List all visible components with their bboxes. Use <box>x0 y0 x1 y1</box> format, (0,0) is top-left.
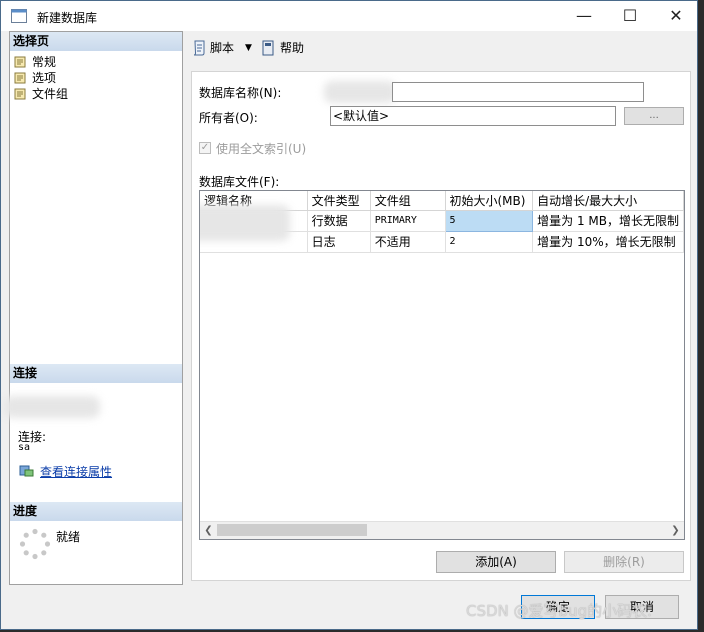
column-header-file-type[interactable]: 文件类型 <box>307 191 371 211</box>
right-pane: 脚本 ▼ 帮助 数据库名称(N): 所有者(O): <默认值> ... ✓ 使用… <box>183 31 697 585</box>
maximize-button[interactable]: ☐ <box>607 1 653 31</box>
connection-properties-icon <box>19 465 34 477</box>
page-item-label: 选项 <box>32 71 57 85</box>
scrollbar-thumb[interactable] <box>217 524 367 536</box>
db-name-label: 数据库名称(N): <box>199 86 282 100</box>
db-files-label: 数据库文件(F): <box>199 175 280 189</box>
page-icon <box>14 72 26 84</box>
redacted-logical-names <box>200 205 290 241</box>
script-button[interactable]: 脚本 <box>210 40 234 56</box>
redacted-server-name <box>4 396 100 418</box>
page-item-options[interactable]: 选项 <box>14 70 56 86</box>
cell-autogrowth[interactable]: 增量为 10%，增长无限制 <box>532 231 684 253</box>
general-page-form: 数据库名称(N): 所有者(O): <默认值> ... ✓ 使用全文索引(U) … <box>191 71 691 581</box>
page-item-label: 常规 <box>32 55 57 69</box>
view-connection-properties-link[interactable]: 查看连接属性 <box>40 463 112 480</box>
progress-status: 就绪 <box>56 530 81 544</box>
owner-label: 所有者(O): <box>199 111 258 125</box>
cell-initial-size[interactable]: 2 <box>445 231 534 253</box>
select-page-header: 选择页 <box>10 32 182 51</box>
toolbar: 脚本 ▼ 帮助 <box>183 31 697 65</box>
cell-initial-size[interactable]: 5 <box>444 209 534 232</box>
owner-input[interactable]: <默认值> <box>330 106 616 126</box>
watermark: CSDN @爱写bug的小码农. <box>466 602 652 620</box>
cell-file-type[interactable]: 行数据 <box>307 210 371 232</box>
column-header-autogrowth[interactable]: 自动增长/最大大小 <box>532 191 684 211</box>
new-database-dialog: 新建数据库 — ☐ ✕ 选择页 常规 选项 文件组 连接 连接: sa 查看连接… <box>0 0 698 630</box>
script-icon <box>193 40 205 56</box>
page-item-label: 文件组 <box>32 87 69 101</box>
cell-filegroup[interactable]: 不适用 <box>370 231 446 253</box>
script-dropdown-chevron-icon[interactable]: ▼ <box>245 40 252 56</box>
progress-spinner-icon <box>19 528 51 560</box>
fulltext-checkbox[interactable]: ✓ <box>199 142 211 154</box>
progress-header: 进度 <box>10 502 182 521</box>
cell-filegroup[interactable]: PRIMARY <box>370 210 446 232</box>
remove-file-button[interactable]: 删除(R) <box>564 551 684 573</box>
scroll-right-icon[interactable]: ❯ <box>667 522 684 539</box>
minimize-button[interactable]: — <box>561 1 607 31</box>
page-item-general[interactable]: 常规 <box>14 54 56 70</box>
db-files-grid[interactable]: 逻辑名称 文件类型 文件组 初始大小(MB) 自动增长/最大大小 行数据 PRI… <box>199 190 685 540</box>
db-name-input[interactable] <box>392 82 644 102</box>
column-header-initial-size[interactable]: 初始大小(MB) <box>445 191 534 211</box>
help-button[interactable]: 帮助 <box>280 40 304 56</box>
cell-autogrowth[interactable]: 增量为 1 MB，增长无限制 <box>532 210 684 232</box>
redacted-db-name <box>324 81 396 103</box>
window-title: 新建数据库 <box>37 11 98 25</box>
cell-file-type[interactable]: 日志 <box>307 231 371 253</box>
close-button[interactable]: ✕ <box>653 1 697 31</box>
column-header-filegroup[interactable]: 文件组 <box>370 191 446 211</box>
left-pane: 选择页 常规 选项 文件组 连接 连接: sa 查看连接属性 进度 就绪 <box>4 31 183 585</box>
help-icon <box>262 40 274 56</box>
page-icon <box>14 88 26 100</box>
horizontal-scrollbar[interactable]: ❮ ❯ <box>200 521 684 539</box>
add-file-button[interactable]: 添加(A) <box>436 551 556 573</box>
fulltext-label: 使用全文索引(U) <box>216 142 307 156</box>
connection-header: 连接 <box>10 364 182 383</box>
owner-browse-button[interactable]: ... <box>624 107 684 125</box>
title-bar: 新建数据库 — ☐ ✕ <box>1 1 697 31</box>
scroll-left-icon[interactable]: ❮ <box>200 522 217 539</box>
page-icon <box>14 56 26 68</box>
connection-user: sa <box>18 442 31 453</box>
page-item-filegroups[interactable]: 文件组 <box>14 86 68 102</box>
database-window-icon <box>11 9 27 23</box>
